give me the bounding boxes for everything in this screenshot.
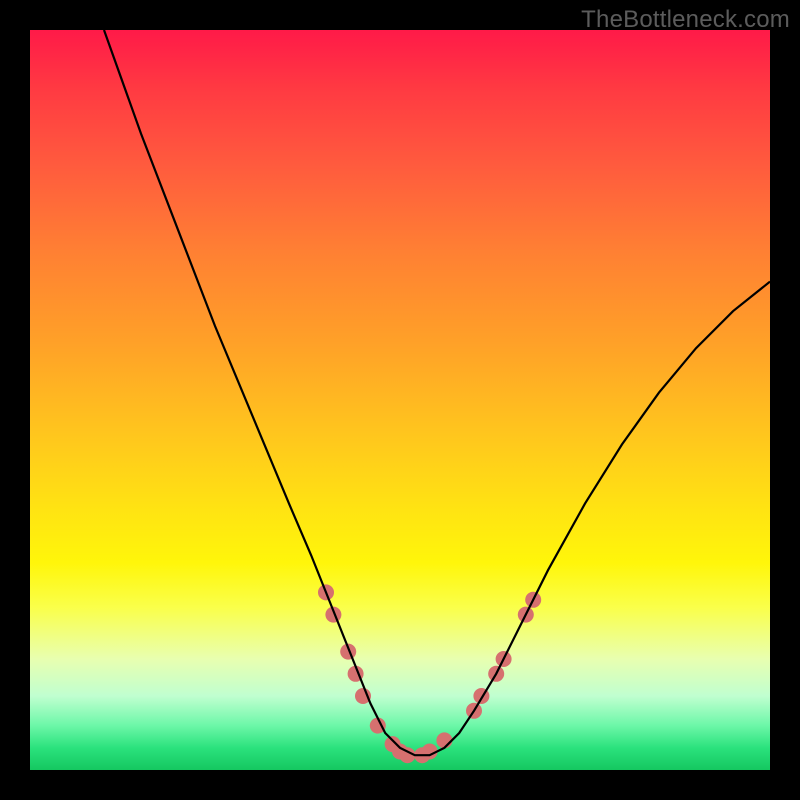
chart-svg (30, 30, 770, 770)
plot-background (30, 30, 770, 770)
highlight-markers (318, 584, 541, 763)
chart-frame: TheBottleneck.com (0, 0, 800, 800)
marker-dot (436, 732, 452, 748)
watermark-label: TheBottleneck.com (581, 6, 790, 34)
bottleneck-curve (104, 30, 770, 755)
